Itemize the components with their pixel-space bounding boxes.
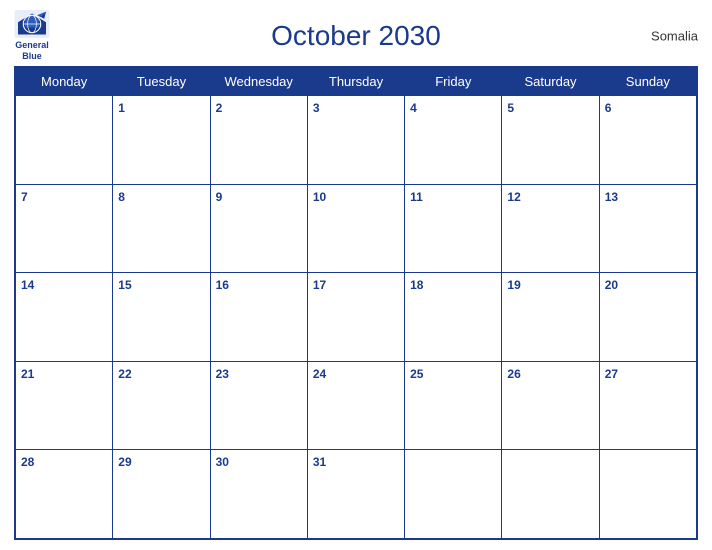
day-number: 4 [410, 101, 417, 115]
day-number: 22 [118, 367, 131, 381]
day-number: 8 [118, 190, 125, 204]
calendar-day-cell: 8 [113, 184, 210, 273]
calendar-day-cell: 23 [210, 361, 307, 450]
calendar-day-cell: 31 [307, 450, 404, 539]
calendar-day-cell: 5 [502, 96, 599, 185]
day-number: 3 [313, 101, 320, 115]
calendar-day-cell: 24 [307, 361, 404, 450]
calendar-day-cell: 25 [405, 361, 502, 450]
day-number: 29 [118, 455, 131, 469]
calendar-day-cell: 30 [210, 450, 307, 539]
calendar-day-cell: 9 [210, 184, 307, 273]
calendar-day-cell: 17 [307, 273, 404, 362]
calendar-week-row: 7 8 9 10 11 12 13 [16, 184, 697, 273]
day-number: 27 [605, 367, 618, 381]
day-number: 6 [605, 101, 612, 115]
calendar-day-cell [599, 450, 696, 539]
day-number: 17 [313, 278, 326, 292]
calendar-week-row: 28 29 30 31 [16, 450, 697, 539]
day-number: 5 [507, 101, 514, 115]
day-number: 12 [507, 190, 520, 204]
day-number: 11 [410, 190, 423, 204]
day-number: 28 [21, 455, 34, 469]
day-number: 31 [313, 455, 326, 469]
day-number: 9 [216, 190, 223, 204]
day-number: 19 [507, 278, 520, 292]
calendar-day-cell: 26 [502, 361, 599, 450]
calendar-day-cell: 20 [599, 273, 696, 362]
page: General Blue October 2030 Somalia Monday… [0, 0, 712, 550]
weekday-header-cell: Sunday [599, 68, 696, 96]
calendar-title: October 2030 [271, 20, 441, 52]
calendar-day-cell: 21 [16, 361, 113, 450]
calendar-day-cell [405, 450, 502, 539]
calendar-day-cell: 3 [307, 96, 404, 185]
day-number: 24 [313, 367, 326, 381]
day-number: 7 [21, 190, 28, 204]
calendar-day-cell: 28 [16, 450, 113, 539]
calendar-day-cell: 7 [16, 184, 113, 273]
calendar-day-cell: 10 [307, 184, 404, 273]
calendar-week-row: 14 15 16 17 18 19 20 [16, 273, 697, 362]
day-number: 25 [410, 367, 423, 381]
calendar-day-cell: 13 [599, 184, 696, 273]
day-number: 21 [21, 367, 34, 381]
day-number: 10 [313, 190, 326, 204]
header: General Blue October 2030 Somalia [14, 10, 698, 62]
calendar-day-cell: 4 [405, 96, 502, 185]
day-number: 16 [216, 278, 229, 292]
calendar-week-row: 1 2 3 4 5 6 [16, 96, 697, 185]
country-label: Somalia [651, 29, 698, 44]
day-number: 13 [605, 190, 618, 204]
calendar-day-cell: 6 [599, 96, 696, 185]
calendar-week-row: 21 22 23 24 25 26 27 [16, 361, 697, 450]
calendar-day-cell: 16 [210, 273, 307, 362]
weekday-header-cell: Saturday [502, 68, 599, 96]
logo-text-line2: Blue [22, 51, 42, 62]
calendar-day-cell: 22 [113, 361, 210, 450]
day-number: 23 [216, 367, 229, 381]
calendar: MondayTuesdayWednesdayThursdayFridaySatu… [14, 66, 698, 540]
weekday-header-cell: Friday [405, 68, 502, 96]
day-number: 2 [216, 101, 223, 115]
weekday-header-cell: Thursday [307, 68, 404, 96]
calendar-day-cell: 15 [113, 273, 210, 362]
calendar-day-cell: 2 [210, 96, 307, 185]
calendar-day-cell: 19 [502, 273, 599, 362]
calendar-day-cell: 11 [405, 184, 502, 273]
calendar-day-cell [16, 96, 113, 185]
calendar-day-cell: 29 [113, 450, 210, 539]
calendar-day-cell: 27 [599, 361, 696, 450]
day-number: 1 [118, 101, 125, 115]
day-number: 30 [216, 455, 229, 469]
calendar-day-cell: 14 [16, 273, 113, 362]
logo: General Blue [14, 10, 50, 62]
day-number: 20 [605, 278, 618, 292]
day-number: 18 [410, 278, 423, 292]
weekday-header-cell: Wednesday [210, 68, 307, 96]
day-number: 14 [21, 278, 34, 292]
weekday-header-cell: Tuesday [113, 68, 210, 96]
logo-text-line1: General [15, 40, 49, 51]
calendar-day-cell: 18 [405, 273, 502, 362]
weekday-header-cell: Monday [16, 68, 113, 96]
day-number: 15 [118, 278, 131, 292]
weekday-header-row: MondayTuesdayWednesdayThursdayFridaySatu… [16, 68, 697, 96]
logo-icon [14, 10, 50, 38]
calendar-day-cell [502, 450, 599, 539]
day-number: 26 [507, 367, 520, 381]
calendar-day-cell: 12 [502, 184, 599, 273]
calendar-body: 1234567891011121314151617181920212223242… [16, 96, 697, 539]
calendar-header: MondayTuesdayWednesdayThursdayFridaySatu… [16, 68, 697, 96]
calendar-table: MondayTuesdayWednesdayThursdayFridaySatu… [15, 67, 697, 539]
calendar-day-cell: 1 [113, 96, 210, 185]
